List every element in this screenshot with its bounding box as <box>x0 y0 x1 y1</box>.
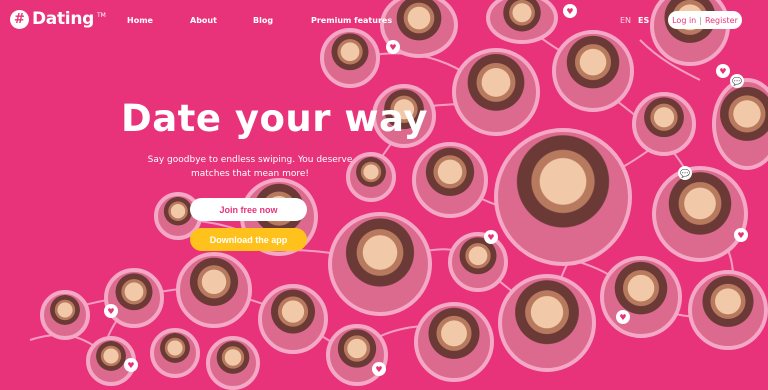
nav-about-link[interactable]: About <box>190 16 217 25</box>
profile-photo <box>320 28 380 88</box>
download-app-button[interactable]: Download the app <box>190 228 307 251</box>
profile-photo <box>412 142 488 218</box>
profile-photo <box>206 336 260 390</box>
heart-icon: ♥ <box>616 310 630 324</box>
profile-photo <box>652 166 748 262</box>
register-link[interactable]: Register <box>705 16 738 25</box>
profile-photo <box>328 212 432 316</box>
profile-photo <box>104 268 164 328</box>
profile-photo <box>448 232 508 292</box>
auth-button[interactable]: Log in | Register <box>668 11 742 29</box>
heart-icon: ♥ <box>716 64 730 78</box>
hero-title: Date your way <box>121 97 428 140</box>
profile-photo <box>688 270 768 350</box>
profile-photo <box>600 256 682 338</box>
profile-photo <box>552 30 634 112</box>
lang-es-link[interactable]: ES <box>638 16 649 25</box>
login-link[interactable]: Log in <box>672 16 696 25</box>
profile-photo <box>258 284 328 354</box>
hero-subtitle: Say goodbye to endless swiping. You dese… <box>147 155 353 179</box>
nav-premium-link[interactable]: Premium features <box>311 16 392 25</box>
profile-photo <box>176 252 252 328</box>
heart-icon: ♥ <box>386 40 400 54</box>
heart-icon: ♥ <box>104 304 118 318</box>
heart-icon: ♥ <box>563 4 577 18</box>
nav-blog-link[interactable]: Blog <box>253 16 273 25</box>
profile-photo <box>452 48 540 136</box>
heart-icon: ♥ <box>124 358 138 372</box>
brand-logo[interactable]: # Dating TM <box>10 9 106 29</box>
profile-photo <box>494 128 632 266</box>
lang-en-link[interactable]: EN <box>620 16 631 25</box>
chat-icon: 💬 <box>678 166 692 180</box>
brand-name: Dating <box>32 9 95 29</box>
auth-separator: | <box>699 15 702 25</box>
profile-photo <box>150 328 200 378</box>
chat-icon: 💬 <box>730 74 744 88</box>
trademark: TM <box>97 11 106 19</box>
heart-icon: ♥ <box>372 362 386 376</box>
nav-home-link[interactable]: Home <box>127 16 153 25</box>
profile-photo <box>414 302 494 382</box>
profile-photo <box>498 274 596 372</box>
heart-icon: ♥ <box>734 228 748 242</box>
join-free-button[interactable]: Join free now <box>190 198 307 221</box>
profile-photo <box>326 324 388 386</box>
profile-photo <box>40 290 90 340</box>
heart-icon: ♥ <box>484 230 498 244</box>
logo-icon: # <box>10 9 29 29</box>
profile-photo <box>632 92 696 156</box>
